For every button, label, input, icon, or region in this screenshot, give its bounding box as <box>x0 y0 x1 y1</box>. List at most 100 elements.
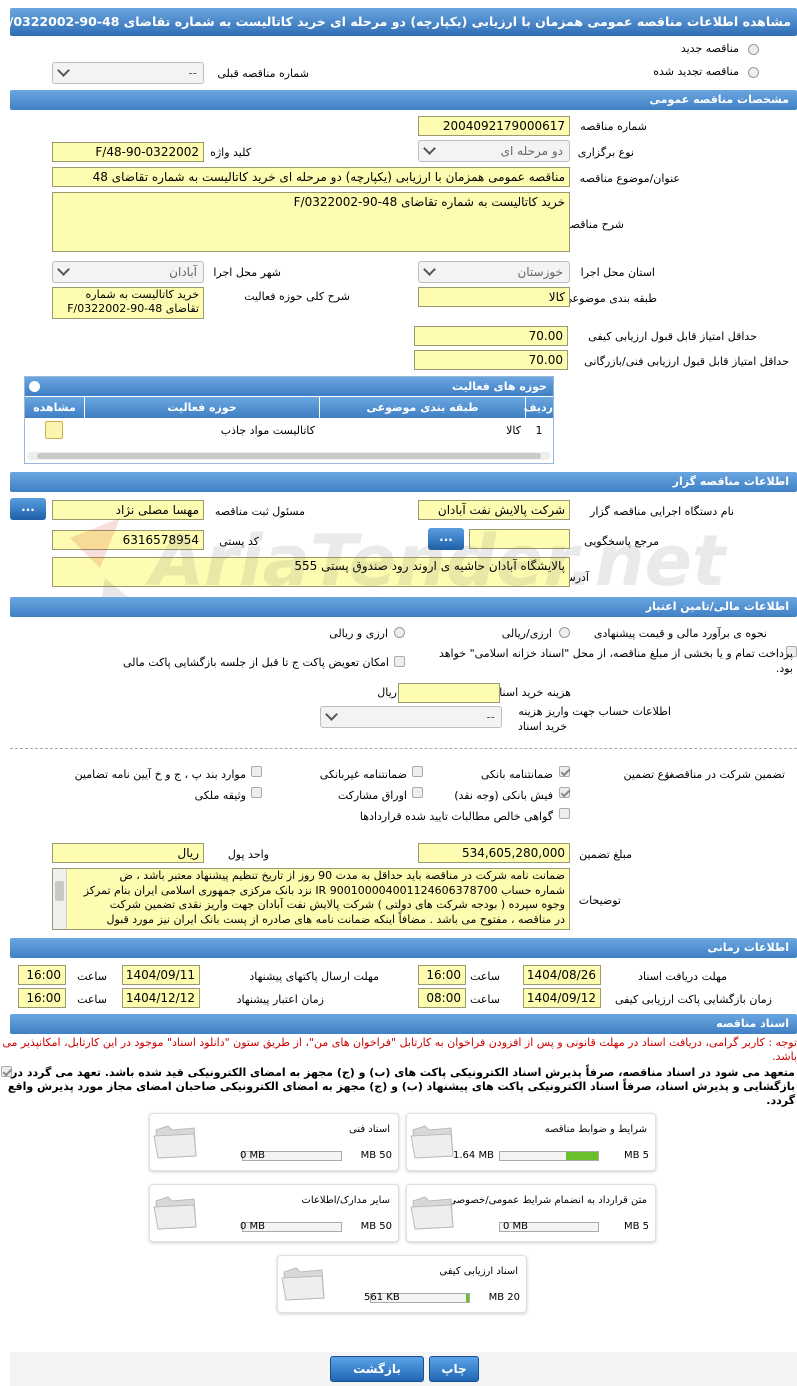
org-label: نام دستگاه اجرایی مناقصه گزار <box>590 505 734 518</box>
col-category: طبقه بندی موضوعی <box>319 397 525 418</box>
cash-checkbox[interactable] <box>559 787 570 798</box>
send-label: مهلت ارسال پاکتهای پیشنهاد <box>249 970 379 983</box>
swap-checkbox[interactable] <box>394 656 405 667</box>
officer-field: مهسا مصلی نژاد <box>52 500 204 520</box>
type-select[interactable]: دو مرحله ای <box>418 140 570 162</box>
document-name: اسناد ارزیابی کیفی <box>439 1266 518 1277</box>
city-label: شهر محل اجرا <box>213 266 281 279</box>
ref-label: مرجع پاسخگویی <box>584 535 659 548</box>
fx-rial-radio[interactable] <box>394 627 405 638</box>
number-field: 2004092179000617 <box>418 116 570 136</box>
general-header: مشخصات مناقصه عمومی <box>10 90 797 110</box>
new-tender-radio[interactable] <box>748 44 759 55</box>
postal-label: کد پستی <box>219 535 259 548</box>
get-docs-time-label: ساعت <box>470 970 500 983</box>
number-label: شماره مناقصه <box>580 120 647 133</box>
page-title: مشاهده اطلاعات مناقصه عمومی همزمان با ار… <box>10 8 797 36</box>
renewed-tender-radio[interactable] <box>748 67 759 78</box>
subject-field: مناقصه عمومی همزمان با ارزیابی (یکپارچه)… <box>52 167 570 187</box>
clauses-checkbox[interactable] <box>251 766 262 777</box>
document-max-size: 5 MB <box>623 1150 649 1161</box>
col-row: ردیف <box>524 397 553 418</box>
print-button[interactable]: چاپ <box>429 1356 479 1382</box>
valid-time-label: ساعت <box>77 993 107 1006</box>
account-select[interactable]: -- <box>320 706 502 728</box>
scrollbar[interactable] <box>27 452 551 460</box>
guarantee-intro: تضمین شرکت در مناقصه: <box>665 768 785 781</box>
notes-scrollbar[interactable] <box>53 869 67 929</box>
property-label: وثیقه ملکی <box>194 789 246 802</box>
officer-label: مسئول ثبت مناقصه <box>214 505 305 518</box>
address-field: پالایشگاه آبادان حاشیه ی اروند رود صندوق… <box>52 557 570 587</box>
property-checkbox[interactable] <box>251 787 262 798</box>
claims-checkbox[interactable] <box>559 808 570 819</box>
document-card[interactable]: متن قرارداد به انضمام شرایط عمومی/خصوصی … <box>406 1184 656 1242</box>
document-max-size: 20 MB <box>488 1292 520 1303</box>
document-current-size: 561 KB <box>364 1292 400 1303</box>
document-name: اسناد فنی <box>349 1124 390 1135</box>
document-card[interactable]: سایر مدارک/اطلاعات 50 MB 0 MB <box>149 1184 399 1242</box>
keyword-field: F/48-90-0322002 <box>52 142 204 162</box>
renewed-tender-label: مناقصه تجدید شده <box>653 65 739 78</box>
collapse-icon[interactable] <box>29 381 40 392</box>
timing-header: اطلاعات زمانی <box>10 938 797 958</box>
document-card[interactable]: اسناد ارزیابی کیفی 20 MB 561 KB <box>277 1255 527 1313</box>
doc-fee-unit: ریال <box>377 686 397 699</box>
province-select[interactable]: خوزستان <box>418 261 570 283</box>
document-max-size: 5 MB <box>623 1221 649 1232</box>
document-card[interactable]: شرایط و ضوابط مناقصه 5 MB 1.64 MB <box>406 1113 656 1171</box>
open-label: زمان بازگشایی پاکت ارزیابی کیفی <box>614 993 772 1006</box>
type-label: نوع برگزاری <box>577 146 634 159</box>
fx-radio[interactable] <box>559 627 570 638</box>
document-max-size: 50 MB <box>360 1150 392 1161</box>
col-view: مشاهده <box>33 401 76 414</box>
nonbank-guarantee-checkbox[interactable] <box>412 766 423 777</box>
min-quality-field: 70.00 <box>414 326 568 346</box>
subject-label: عنوان/موضوع مناقصه <box>579 172 680 185</box>
clauses-label: موارد بند پ ، ج و خ آیین نامه تضامین <box>74 768 246 781</box>
bank-guarantee-checkbox[interactable] <box>559 766 570 777</box>
valid-time: 16:00 <box>18 988 66 1008</box>
notes-field: ضمانت نامه شرکت در مناقصه باید حداقل به … <box>52 868 570 930</box>
document-card[interactable]: اسناد فنی 50 MB 0 MB <box>149 1113 399 1171</box>
open-time-label: ساعت <box>470 993 500 1006</box>
document-name: متن قرارداد به انضمام شرایط عمومی/خصوصی <box>448 1195 647 1206</box>
category-field: کالا <box>418 287 570 307</box>
amount-label: مبلغ تضمین <box>579 848 632 861</box>
scope-label: شرح کلی حوزه فعالیت <box>244 290 350 303</box>
send-date: 1404/09/11 <box>122 965 200 985</box>
documents-note: توجه : کاربر گرامی، دریافت اسناد در مهلت… <box>2 1036 797 1063</box>
min-quality-label: حداقل امتیاز قابل قبول ارزیابی کیفی <box>588 330 757 343</box>
nonbank-guarantee-label: ضمانتنامه غیربانکی <box>319 768 407 781</box>
ref-field <box>469 529 570 549</box>
divider <box>10 748 797 749</box>
get-docs-time: 16:00 <box>418 965 466 985</box>
bonds-checkbox[interactable] <box>412 787 423 798</box>
col-field: حوزه فعالیت <box>84 397 319 418</box>
bonds-label: اوراق مشارکت <box>337 789 407 802</box>
officer-lookup-button[interactable]: ... <box>10 498 46 520</box>
commitment-text: متعهد می شود در اسناد مناقصه، صرفاً پذیر… <box>7 1066 795 1107</box>
back-button[interactable]: بازگشت <box>330 1356 424 1382</box>
cash-label: فیش بانکی (وجه نقد) <box>454 789 553 802</box>
new-tender-label: مناقصه جدید <box>680 42 739 55</box>
guarantee-type-label: نوع تضمین <box>623 768 673 781</box>
document-current-size: 0 MB <box>240 1221 266 1232</box>
city-select[interactable]: آبادان <box>52 261 204 283</box>
currency-label: واحد پول <box>227 848 269 861</box>
progress-bar <box>499 1151 599 1161</box>
account-label-2: خرید اسناد <box>517 720 567 733</box>
desc-field: خرید کاتالیست به شماره تقاضای 48-90-F/03… <box>52 192 570 252</box>
view-doc-icon[interactable] <box>45 421 63 439</box>
document-current-size: 1.64 MB <box>453 1150 494 1161</box>
claims-label: گواهی خالص مطالبات تایید شده قراردادها <box>359 810 553 823</box>
ref-lookup-button[interactable]: ... <box>428 528 464 550</box>
document-name: شرایط و ضوابط مناقصه <box>544 1124 647 1135</box>
estimate-label: نحوه ی برآورد مالی و قیمت پیشنهادی <box>593 627 767 640</box>
cell-row: 1 <box>535 424 543 437</box>
prev-number-select[interactable]: -- <box>52 62 204 84</box>
get-docs-label: مهلت دریافت اسناد <box>638 970 727 983</box>
document-max-size: 50 MB <box>360 1221 392 1232</box>
documents-header: اسناد مناقصه <box>10 1014 797 1034</box>
send-time: 16:00 <box>18 965 66 985</box>
